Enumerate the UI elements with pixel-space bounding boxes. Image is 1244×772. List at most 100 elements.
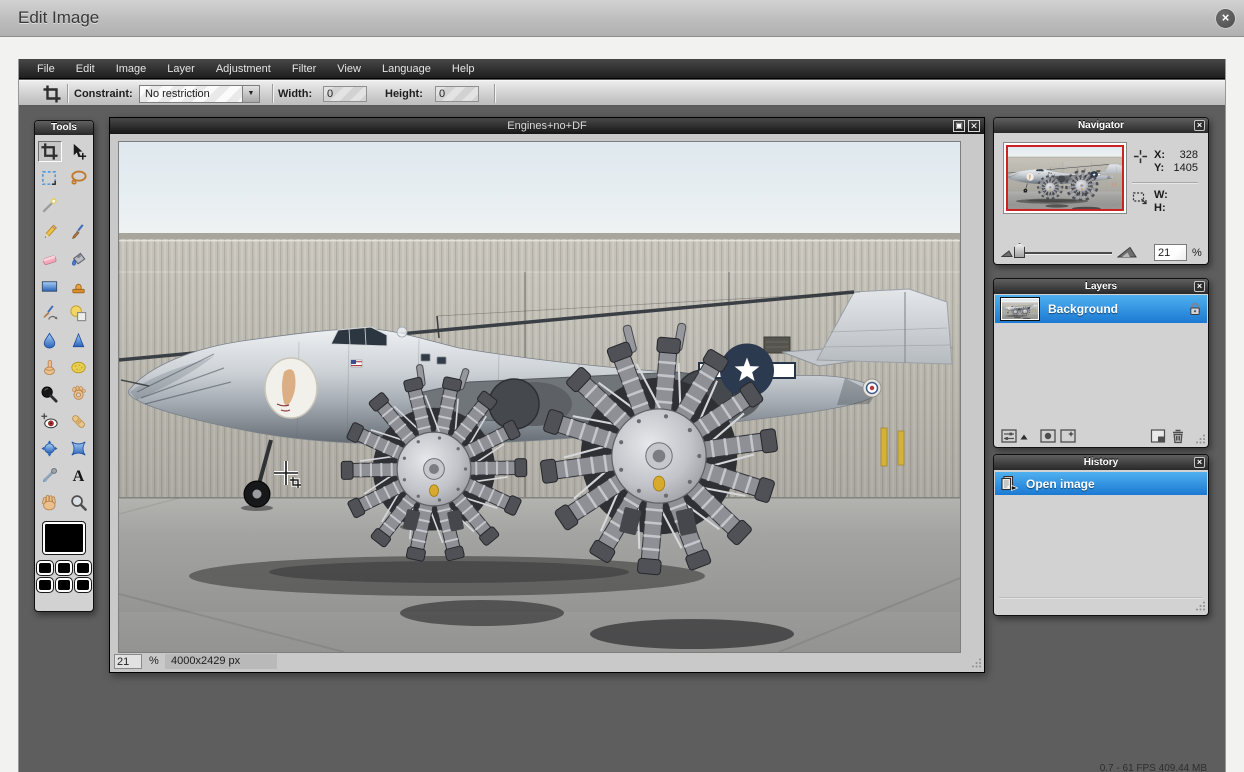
dodge-icon [40, 385, 59, 404]
triangle-up-icon[interactable] [1020, 434, 1028, 440]
menu-item-help[interactable]: Help [452, 63, 475, 75]
tool-sponge[interactable] [67, 357, 91, 378]
maximize-button[interactable]: ▣ [953, 120, 965, 132]
swatch[interactable] [37, 578, 53, 592]
width-field[interactable] [323, 86, 367, 102]
tool-marquee[interactable] [38, 168, 62, 189]
resize-grip[interactable] [1194, 433, 1206, 445]
tool-lasso[interactable] [67, 168, 91, 189]
resize-grip[interactable] [1194, 600, 1206, 612]
foreground-color-swatch[interactable] [43, 522, 85, 554]
close-icon: × [1222, 10, 1230, 25]
lasso-icon [69, 169, 88, 188]
layer-thumbnail [1000, 297, 1040, 321]
navigator-panel: Navigator × X: 328 Y: 1405 W: H: [993, 117, 1209, 265]
zoom-slider-track[interactable] [1018, 252, 1112, 254]
tool-hand[interactable] [38, 492, 62, 513]
panel-close-button[interactable]: × [1194, 457, 1205, 468]
zoom-out-icon[interactable] [1001, 247, 1015, 259]
navigator-zoom-field[interactable] [1154, 244, 1187, 261]
tool-move[interactable] [67, 141, 91, 162]
tool-colorreplace[interactable] [38, 303, 62, 324]
menu-item-view[interactable]: View [337, 63, 361, 75]
tool-smudge[interactable] [38, 357, 62, 378]
dialog-titlebar[interactable]: Edit Image × [0, 0, 1244, 37]
tool-picker[interactable] [38, 465, 62, 486]
selection-size-icon [1132, 190, 1148, 206]
heal-icon [69, 412, 88, 431]
tool-blur[interactable] [38, 330, 62, 351]
tool-brush[interactable] [67, 222, 91, 243]
pinch-icon [69, 439, 88, 458]
resize-grip[interactable] [970, 657, 982, 669]
zoom-in-icon[interactable] [1117, 245, 1137, 259]
swatch[interactable] [37, 561, 53, 575]
shape-icon [69, 304, 88, 323]
tool-burn[interactable] [67, 384, 91, 405]
chevron-down-icon[interactable]: ▼ [242, 86, 259, 102]
panel-close-button[interactable]: × [1194, 281, 1205, 292]
tools-palette-title[interactable]: Tools [35, 121, 93, 135]
height-field[interactable] [435, 86, 479, 102]
us-flag [351, 360, 362, 367]
zoom-level-field[interactable] [114, 654, 142, 669]
canvas-area[interactable] [118, 141, 961, 653]
history-title[interactable]: History [994, 455, 1208, 470]
constraint-label: Constraint: [74, 88, 133, 100]
canvas-image[interactable] [119, 142, 960, 652]
constraint-dropdown[interactable]: No restriction ▼ [139, 85, 260, 103]
layer-settings-icon[interactable] [1001, 428, 1017, 444]
dialog-title: Edit Image [18, 8, 99, 28]
navigator-thumbnail[interactable] [1003, 142, 1127, 214]
menu-item-layer[interactable]: Layer [167, 63, 195, 75]
tool-clone[interactable] [67, 276, 91, 297]
tool-redeye[interactable] [38, 411, 62, 432]
swatch[interactable] [56, 578, 72, 592]
tool-type[interactable] [67, 465, 91, 486]
menu-item-filter[interactable]: Filter [292, 63, 316, 75]
tool-heal[interactable] [67, 411, 91, 432]
zoom-slider-thumb[interactable] [1014, 243, 1025, 258]
close-icon: × [1197, 281, 1202, 291]
tool-dodge[interactable] [38, 384, 62, 405]
x-value: 328 [1154, 149, 1198, 161]
blur-icon [40, 331, 59, 350]
dialog-close-button[interactable]: × [1216, 9, 1235, 28]
menu-item-language[interactable]: Language [382, 63, 431, 75]
tool-sharpen[interactable] [67, 330, 91, 351]
tool-wand[interactable] [38, 195, 62, 216]
menu-item-file[interactable]: File [37, 63, 55, 75]
tool-pinch[interactable] [67, 438, 91, 459]
redeye-icon [40, 412, 59, 431]
lock-icon[interactable] [1188, 302, 1202, 316]
layers-title[interactable]: Layers [994, 279, 1208, 294]
tool-zoom[interactable] [67, 492, 91, 513]
tool-bucket[interactable] [67, 249, 91, 270]
layer-row-background[interactable]: Background [995, 295, 1207, 323]
tool-pencil[interactable] [38, 222, 62, 243]
add-layer-mask-icon[interactable] [1040, 428, 1056, 444]
photo-scene [119, 142, 960, 652]
menu-item-edit[interactable]: Edit [76, 63, 95, 75]
menu-item-image[interactable]: Image [116, 63, 147, 75]
menu-item-adjustment[interactable]: Adjustment [216, 63, 271, 75]
new-layer-icon[interactable] [1150, 428, 1166, 444]
delete-layer-icon[interactable] [1170, 428, 1186, 444]
panel-close-button[interactable]: × [1194, 120, 1205, 131]
swatch[interactable] [56, 561, 72, 575]
tool-crop[interactable] [38, 141, 62, 162]
document-window: Engines+no+DF ▣ ✕ [109, 117, 985, 673]
swatch[interactable] [75, 561, 91, 575]
tool-eraser[interactable] [38, 249, 62, 270]
history-panel: History × Open image [993, 454, 1209, 616]
window-close-button[interactable]: ✕ [968, 120, 980, 132]
layer-styles-icon[interactable] [1060, 428, 1076, 444]
brush-icon [69, 223, 88, 242]
navigator-title[interactable]: Navigator [994, 118, 1208, 133]
document-titlebar[interactable]: Engines+no+DF ▣ ✕ [110, 118, 984, 134]
tool-gradient[interactable] [38, 276, 62, 297]
swatch[interactable] [75, 578, 91, 592]
history-item-open-image[interactable]: Open image [995, 472, 1207, 495]
tool-shape[interactable] [67, 303, 91, 324]
tool-bloat[interactable] [38, 438, 62, 459]
